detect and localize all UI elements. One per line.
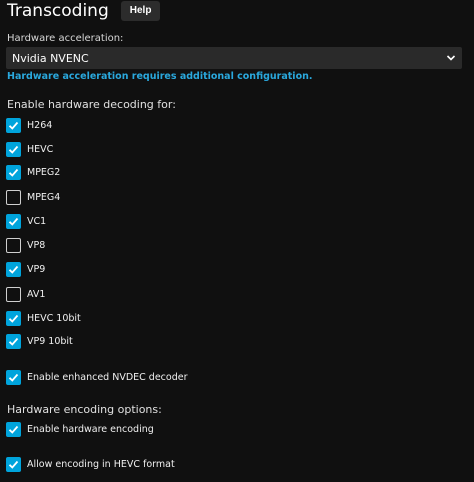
- hardware-acceleration-value: Nvidia NVENC: [12, 51, 89, 65]
- codec-label: AV1: [27, 288, 46, 300]
- checkbox-allow-hevc-encoding[interactable]: [6, 456, 21, 472]
- codec-row-vc1[interactable]: VC1: [6, 213, 46, 229]
- hardware-acceleration-label: Hardware acceleration:: [7, 33, 124, 44]
- check-icon: [8, 168, 19, 177]
- checkbox-mpeg2[interactable]: [6, 164, 21, 180]
- checkbox-vp9-10bit[interactable]: [6, 333, 21, 349]
- hardware-acceleration-select[interactable]: Nvidia NVENC: [6, 47, 462, 69]
- check-icon: [8, 373, 19, 382]
- codec-label: VP9 10bit: [27, 335, 73, 347]
- checkbox-mpeg4[interactable]: [6, 189, 21, 205]
- checkbox-enable-hardware-encoding[interactable]: [6, 421, 21, 437]
- nvdec-label: Enable enhanced NVDEC decoder: [27, 371, 188, 383]
- page-header: Transcoding Help: [7, 0, 161, 22]
- check-icon: [8, 121, 19, 130]
- checkbox-vp9[interactable]: [6, 261, 21, 277]
- hevc-encoding-row[interactable]: Allow encoding in HEVC format: [6, 456, 175, 472]
- checkbox-vp8[interactable]: [6, 237, 21, 253]
- codec-label: H264: [27, 119, 53, 131]
- checkbox-av1[interactable]: [6, 286, 21, 302]
- hardware-encoding-label: Enable hardware encoding: [27, 423, 154, 435]
- codec-row-av1[interactable]: AV1: [6, 286, 45, 302]
- checkbox-hevc-10bit[interactable]: [6, 310, 21, 326]
- checkbox-hevc[interactable]: [6, 141, 21, 157]
- codec-label: VP8: [27, 239, 46, 251]
- codec-row-mpeg2[interactable]: MPEG2: [6, 164, 60, 180]
- codec-row-hevc[interactable]: HEVC: [6, 141, 53, 157]
- codec-label: MPEG2: [27, 166, 61, 178]
- page-title: Transcoding: [7, 1, 109, 21]
- chevron-down-icon: [446, 55, 456, 61]
- codec-row-vp9-10bit[interactable]: VP9 10bit: [6, 333, 73, 349]
- check-icon: [8, 425, 19, 434]
- codec-label: HEVC 10bit: [27, 312, 81, 324]
- codec-row-hevc-10bit[interactable]: HEVC 10bit: [6, 310, 81, 326]
- checkbox-enhanced-nvdec[interactable]: [6, 369, 21, 385]
- hardware-encoding-row[interactable]: Enable hardware encoding: [6, 421, 154, 437]
- check-icon: [8, 460, 19, 469]
- codec-label: MPEG4: [27, 191, 61, 203]
- check-icon: [8, 145, 19, 154]
- codec-row-mpeg4[interactable]: MPEG4: [6, 189, 60, 205]
- codec-row-vp8[interactable]: VP8: [6, 237, 45, 253]
- help-button[interactable]: Help: [120, 1, 161, 21]
- checkbox-vc1[interactable]: [6, 213, 21, 229]
- decoding-heading: Enable hardware decoding for:: [7, 98, 176, 111]
- codec-row-h264[interactable]: H264: [6, 117, 52, 133]
- checkbox-h264[interactable]: [6, 117, 21, 133]
- hardware-acceleration-info-link[interactable]: Hardware acceleration requires additiona…: [7, 71, 312, 82]
- hevc-encoding-label: Allow encoding in HEVC format: [27, 458, 175, 470]
- check-icon: [8, 217, 19, 226]
- encoding-heading: Hardware encoding options:: [7, 403, 162, 416]
- codec-label: HEVC: [27, 143, 54, 155]
- check-icon: [8, 337, 19, 346]
- codec-label: VC1: [27, 215, 47, 227]
- check-icon: [8, 265, 19, 274]
- nvdec-row[interactable]: Enable enhanced NVDEC decoder: [6, 369, 188, 385]
- codec-row-vp9[interactable]: VP9: [6, 261, 45, 277]
- codec-label: VP9: [27, 263, 46, 275]
- check-icon: [8, 314, 19, 323]
